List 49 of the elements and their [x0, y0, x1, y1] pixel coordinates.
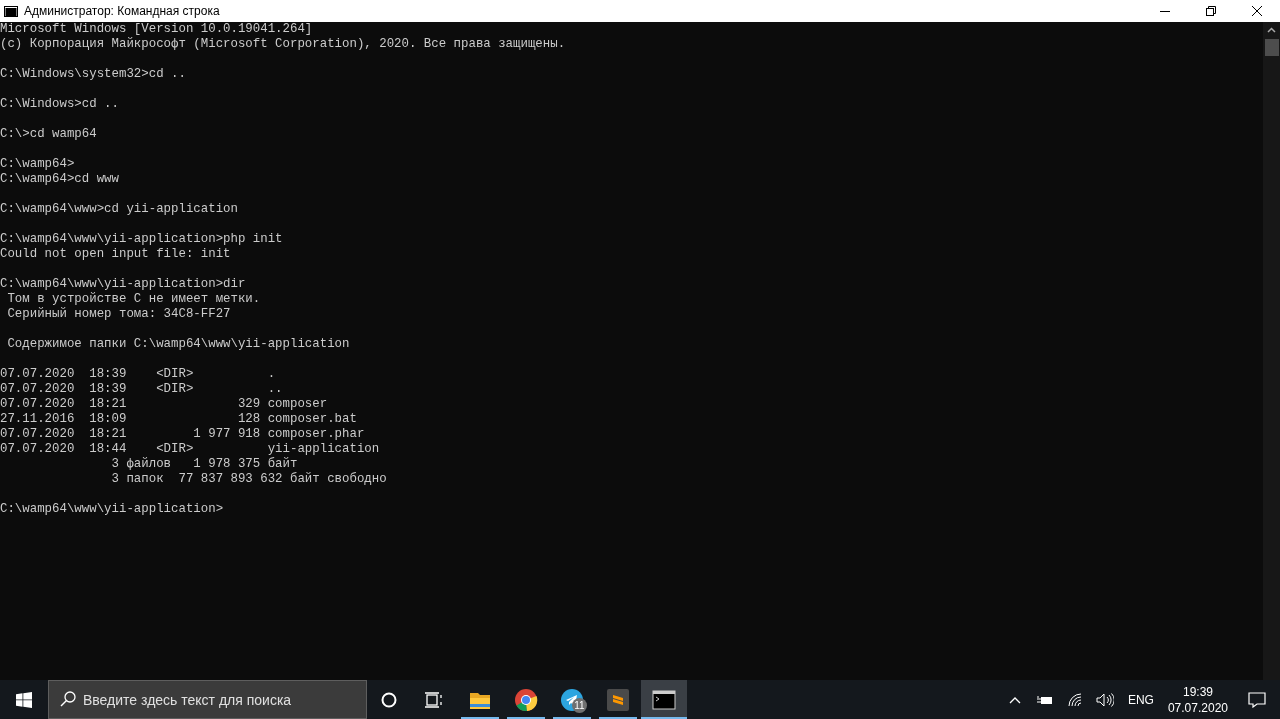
taskbar-app-button[interactable] — [641, 680, 687, 719]
windows-logo-icon — [16, 691, 32, 708]
console-line: 07.07.2020 18:39 <DIR> .. — [0, 382, 284, 397]
close-icon — [1252, 6, 1262, 16]
console-line: 07.07.2020 18:21 1 977 918 composer.phar — [0, 427, 366, 442]
scrollbar[interactable] — [1263, 22, 1280, 680]
console-line: 27.11.2016 18:09 128 composer.bat — [0, 412, 358, 427]
console-line: 07.07.2020 18:39 <DIR> . — [0, 367, 277, 382]
terminal-icon — [4, 5, 18, 17]
terminal-icon — [652, 687, 676, 712]
taskbar-app-button[interactable]: 11 — [549, 680, 595, 719]
console-line: 3 файлов 1 978 375 байт — [110, 457, 299, 472]
chevron-up-icon — [1008, 695, 1021, 704]
console-line: 07.07.2020 18:44 <DIR> yii-application — [0, 442, 381, 457]
console-line: C:\wamp64\www\yii-application>dir — [0, 277, 247, 292]
console-line: C:\Windows>cd .. — [0, 97, 120, 112]
console-line: Could not open input file: init — [0, 247, 232, 262]
search-icon — [60, 691, 76, 707]
speaker-icon — [1095, 692, 1114, 707]
unread-badge: 11 — [572, 698, 587, 713]
circle-icon — [381, 691, 397, 708]
console-line: Microsoft Windows [Version 10.0.19041.264] — [0, 22, 314, 37]
speech-bubble-icon — [1248, 691, 1266, 708]
window-title: Администратор: Командная строка — [24, 4, 221, 18]
console-line: C:\wamp64>cd www — [0, 172, 120, 187]
console-line: Том в устройстве C не имеет метки. — [6, 292, 262, 307]
console-line: C:\wamp64\www>cd yii-application — [0, 202, 239, 217]
console-line: Серийный номер тома: 34C8-FF27 — [6, 307, 232, 322]
clock-time: 19:39 — [1182, 683, 1213, 700]
console-line: 3 папок 77 837 893 632 байт свободно — [110, 472, 388, 487]
scrollbar-thumb[interactable] — [1264, 39, 1279, 56]
console-line: Содержимое папки C:\wamp64\www\yii-application — [6, 337, 351, 352]
console-line: C:\wamp64> — [0, 157, 76, 172]
clock-date: 07.07.2020 — [1167, 699, 1228, 716]
language-button[interactable]: ENG — [1119, 680, 1162, 719]
console-line: 07.07.2020 18:21 329 composer — [0, 397, 329, 412]
browser-icon — [514, 687, 538, 712]
console-line: C:\wamp64\www\yii-application> — [0, 502, 225, 517]
task-view-icon — [425, 691, 443, 708]
console-line: C:\Windows\system32>cd .. — [0, 67, 187, 82]
search-field[interactable]: Введите здесь текст для поиска — [48, 680, 367, 719]
clock-button[interactable]: 19:39 07.07.2020 — [1161, 680, 1234, 719]
restore-icon — [1206, 6, 1216, 16]
editor-icon — [606, 687, 630, 712]
console-line: (c) Корпорация Майкрософт (Microsoft Corporation), 2020. Все права защищены. — [0, 37, 567, 52]
console-line: C:\>cd wamp64 — [0, 127, 98, 142]
battery-plug-icon — [1036, 694, 1053, 705]
console-line: C:\wamp64\www\yii-application>php init — [0, 232, 284, 247]
wifi-icon — [1066, 692, 1083, 707]
